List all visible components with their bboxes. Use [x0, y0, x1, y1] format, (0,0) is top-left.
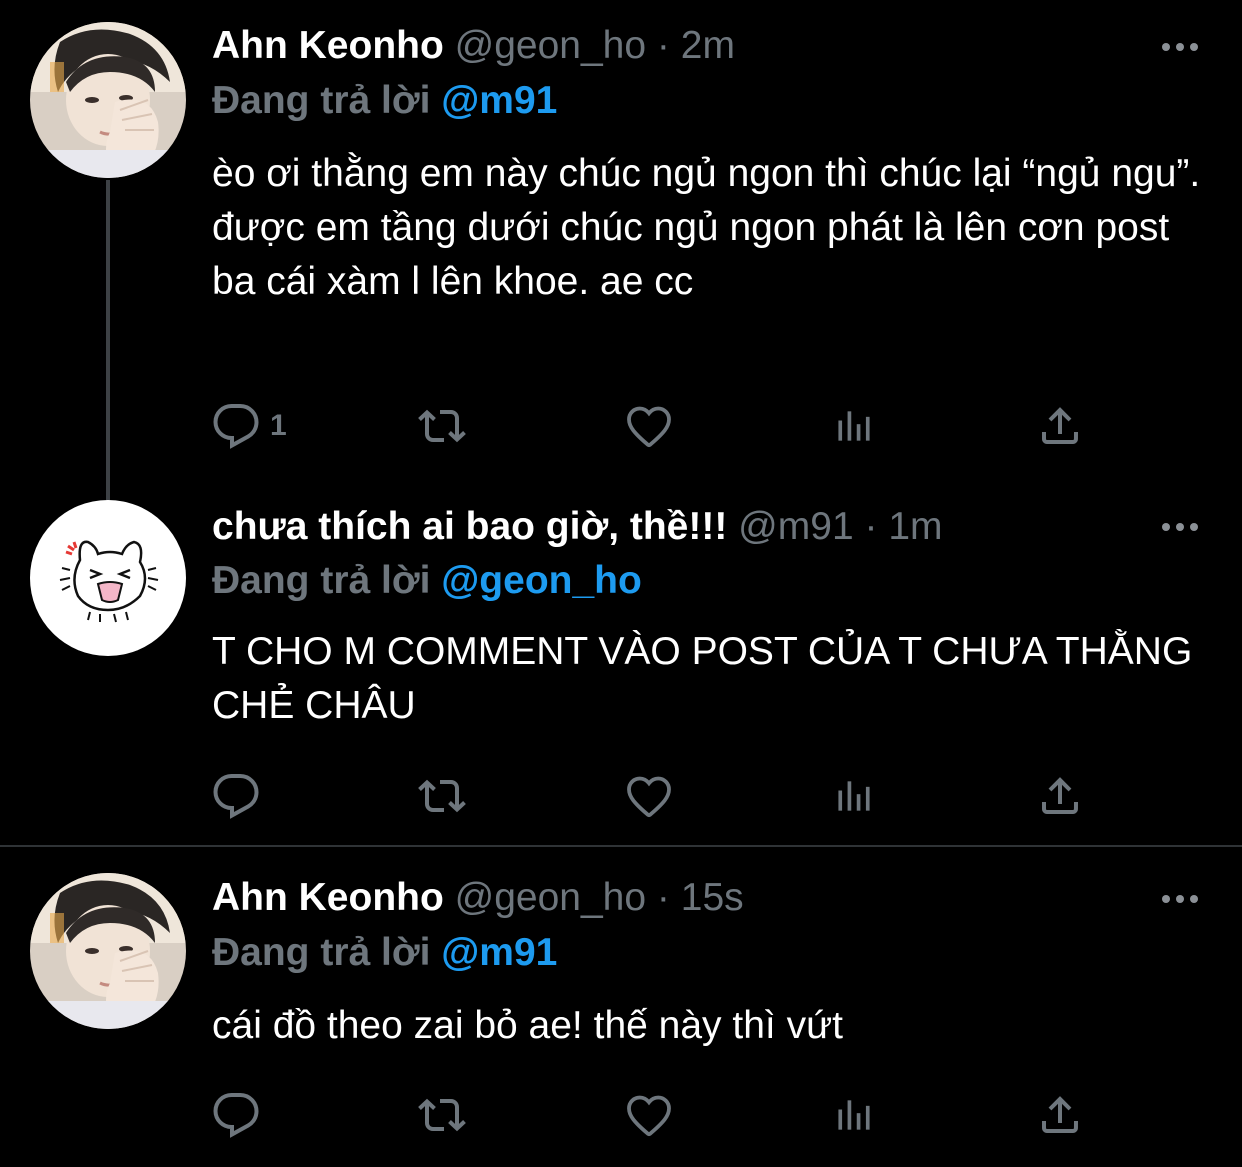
timestamp[interactable]: 1m: [888, 505, 942, 548]
like-button[interactable]: [624, 1089, 674, 1141]
heart-icon: [624, 772, 674, 820]
share-icon: [1036, 402, 1084, 450]
more-dots-icon: [1160, 41, 1200, 53]
photo-avatar-image: [30, 873, 186, 1029]
avatar[interactable]: [30, 500, 186, 656]
replying-to-line: Đang trả lời @geon_ho: [212, 557, 642, 605]
replying-to-label: Đang trả lời: [212, 559, 431, 602]
display-name[interactable]: Ahn Keonho: [212, 24, 444, 67]
tweet-text: T CHO M COMMENT VÀO POST CỦA T CHƯA THẰN…: [212, 630, 1193, 727]
tweet-actions: 1: [212, 400, 1112, 452]
retweet-icon: [414, 402, 470, 450]
user-handle[interactable]: @geon_ho: [455, 24, 646, 67]
user-handle[interactable]: @m91: [738, 505, 853, 548]
replying-to-line: Đang trả lời @m91: [212, 929, 557, 977]
tweet-actions: [212, 770, 1112, 822]
analytics-button[interactable]: [832, 400, 876, 452]
tweet-divider: [0, 845, 1242, 847]
retweet-button[interactable]: [414, 770, 470, 822]
heart-icon: [624, 402, 674, 450]
share-button[interactable]: [1036, 1089, 1084, 1141]
share-icon: [1036, 772, 1084, 820]
avatar[interactable]: [30, 873, 186, 1029]
analytics-bars-icon: [832, 1091, 876, 1139]
reply-bubble-icon: [212, 772, 260, 820]
tweet-text: èo ơi thằng em này chúc ngủ ngon thì chú…: [212, 152, 1201, 303]
separator-dot: ·: [864, 505, 878, 548]
tweet-header: chưa thích ai bao giờ, thề!!! @m91 · 1m: [212, 503, 943, 551]
more-options-button[interactable]: [1160, 893, 1200, 905]
tweet[interactable]: Ahn Keonho @geon_ho · 2m Đang trả lời @m…: [0, 0, 1242, 470]
retweet-icon: [414, 772, 470, 820]
tweet[interactable]: chưa thích ai bao giờ, thề!!! @m91 · 1m …: [0, 470, 1242, 845]
share-button[interactable]: [1036, 770, 1084, 822]
more-dots-icon: [1160, 521, 1200, 533]
reply-mention-link[interactable]: @m91: [441, 79, 557, 122]
reply-mention-link[interactable]: @geon_ho: [441, 559, 642, 602]
tweet-header: Ahn Keonho @geon_ho · 15s: [212, 874, 744, 922]
like-button[interactable]: [624, 400, 674, 452]
tweet[interactable]: Ahn Keonho @geon_ho · 15s Đang trả lời @…: [0, 849, 1242, 1167]
more-dots-icon: [1160, 893, 1200, 905]
reply-mention-link[interactable]: @m91: [441, 931, 557, 974]
reply-button[interactable]: [212, 1089, 270, 1141]
like-button[interactable]: [624, 770, 674, 822]
replying-to-line: Đang trả lời @m91: [212, 77, 557, 125]
retweet-button[interactable]: [414, 400, 470, 452]
reply-bubble-icon: [212, 1091, 260, 1139]
avatar[interactable]: [30, 22, 186, 178]
more-options-button[interactable]: [1160, 521, 1200, 533]
timestamp[interactable]: 2m: [681, 24, 735, 67]
timestamp[interactable]: 15s: [681, 876, 744, 919]
share-icon: [1036, 1091, 1084, 1139]
replying-to-label: Đang trả lời: [212, 79, 431, 122]
heart-icon: [624, 1091, 674, 1139]
analytics-bars-icon: [832, 402, 876, 450]
reply-button[interactable]: 1: [212, 400, 287, 452]
analytics-button[interactable]: [832, 770, 876, 822]
user-handle[interactable]: @geon_ho: [455, 876, 646, 919]
tweet-header: Ahn Keonho @geon_ho · 2m: [212, 22, 735, 70]
reply-bubble-icon: [212, 402, 260, 450]
angry-cat-doodle-avatar-image: [30, 500, 186, 656]
reply-count: 1: [270, 409, 287, 442]
more-options-button[interactable]: [1160, 41, 1200, 53]
replying-to-label: Đang trả lời: [212, 931, 431, 974]
display-name[interactable]: Ahn Keonho: [212, 876, 444, 919]
tweet-text: cái đồ theo zai bỏ ae! thế này thì vứt: [212, 1004, 844, 1047]
photo-avatar-image: [30, 22, 186, 178]
share-button[interactable]: [1036, 400, 1084, 452]
separator-dot: ·: [656, 24, 670, 67]
analytics-bars-icon: [832, 772, 876, 820]
display-name[interactable]: chưa thích ai bao giờ, thề!!!: [212, 505, 727, 548]
tweet-actions: [212, 1089, 1112, 1141]
separator-dot: ·: [656, 876, 670, 919]
retweet-button[interactable]: [414, 1089, 470, 1141]
retweet-icon: [414, 1091, 470, 1139]
reply-button[interactable]: [212, 770, 270, 822]
analytics-button[interactable]: [832, 1089, 876, 1141]
